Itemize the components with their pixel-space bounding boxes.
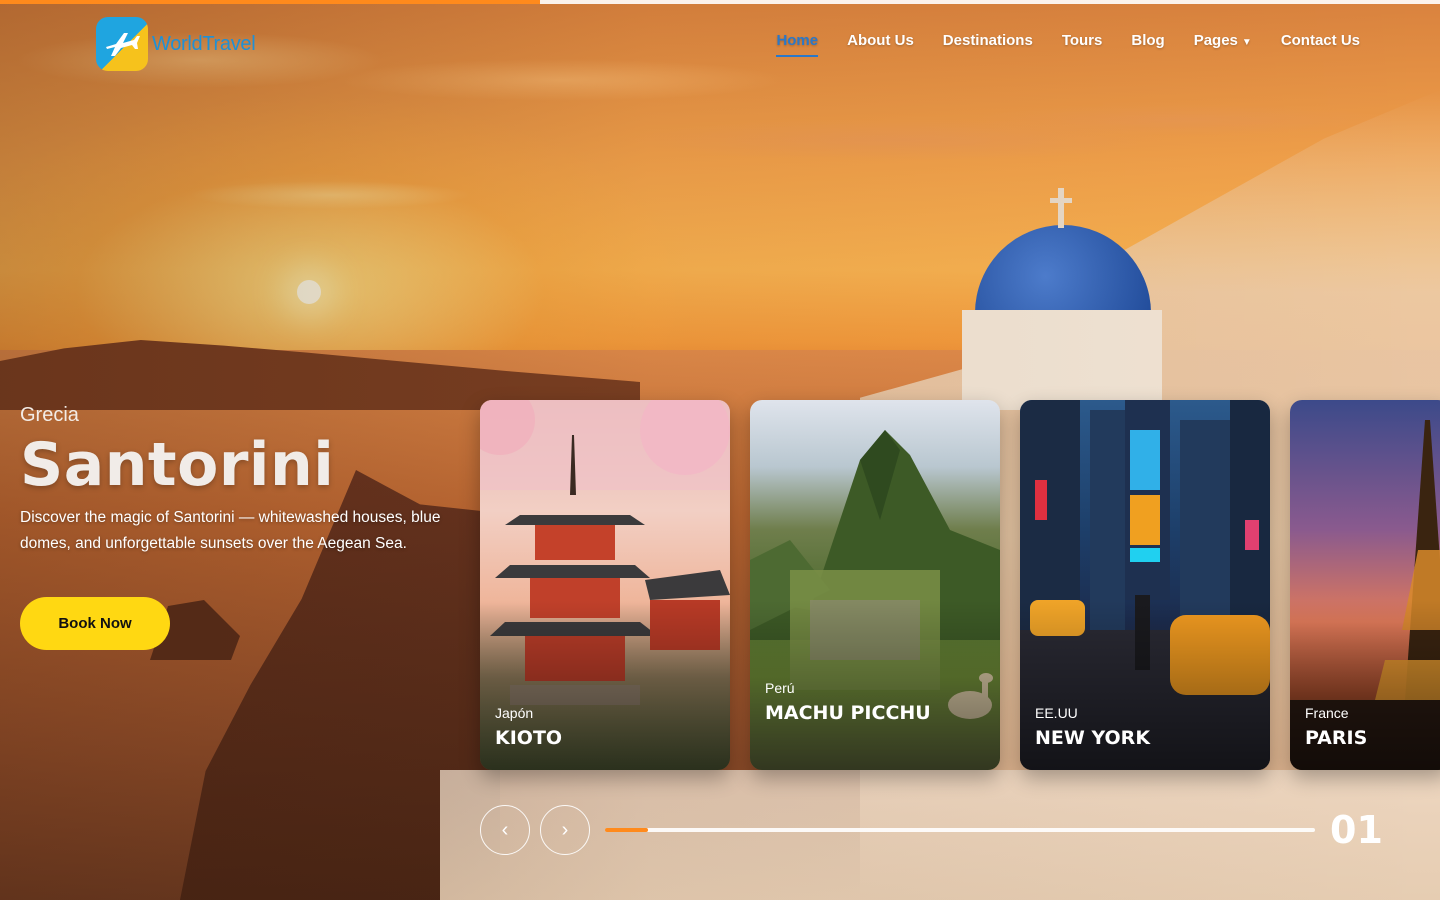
logo-text: WorldTravel [152, 32, 256, 55]
nav-destinations[interactable]: Destinations [943, 32, 1033, 57]
site-logo[interactable]: WorldTravel [96, 17, 256, 71]
chevron-right-icon: › [561, 818, 569, 841]
nav-about-us[interactable]: About Us [847, 32, 914, 57]
card-city: MACHU PICCHU [765, 702, 931, 724]
slider-progress [605, 828, 1315, 832]
caret-down-icon: ▼ [1241, 37, 1252, 48]
main-navigation: Home About Us Destinations Tours Blog Pa… [776, 32, 1360, 57]
card-country: France [1305, 705, 1349, 721]
destination-card-paris[interactable]: France PARIS [1290, 400, 1440, 770]
slider-next-button[interactable]: › [540, 805, 590, 855]
page-load-progress-fill [0, 0, 540, 4]
card-country: Japón [495, 705, 534, 721]
card-country: EE.UU [1035, 705, 1078, 721]
book-now-button[interactable]: Book Now [20, 597, 170, 650]
card-city: KIOTO [495, 727, 563, 749]
slider-progress-fill [605, 828, 648, 832]
chevron-left-icon: ‹ [501, 818, 509, 841]
destination-card-machu-picchu[interactable]: Perú MACHU PICCHU [750, 400, 1000, 770]
hero-country: Grecia [20, 404, 79, 426]
card-country: Perú [765, 680, 795, 696]
page-load-progress [0, 0, 1440, 4]
nav-pages[interactable]: Pages ▼ [1194, 32, 1252, 57]
nav-contact-us[interactable]: Contact Us [1281, 32, 1360, 57]
nav-pages-label: Pages [1193, 32, 1238, 49]
slide-number: 01 [1330, 808, 1383, 852]
hero-title: Santorini [20, 430, 335, 500]
nav-tours[interactable]: Tours [1062, 32, 1103, 57]
destination-card-new-york[interactable]: EE.UU NEW YORK [1020, 400, 1270, 770]
card-city: PARIS [1305, 727, 1368, 749]
slider-prev-button[interactable]: ‹ [480, 805, 530, 855]
card-city: NEW YORK [1035, 727, 1151, 749]
airplane-logo-icon [96, 17, 148, 71]
nav-home[interactable]: Home [776, 32, 818, 57]
hero-description: Discover the magic of Santorini — whitew… [20, 509, 441, 552]
destination-card-kyoto[interactable]: Japón KIOTO [480, 400, 730, 770]
nav-blog[interactable]: Blog [1131, 32, 1164, 57]
